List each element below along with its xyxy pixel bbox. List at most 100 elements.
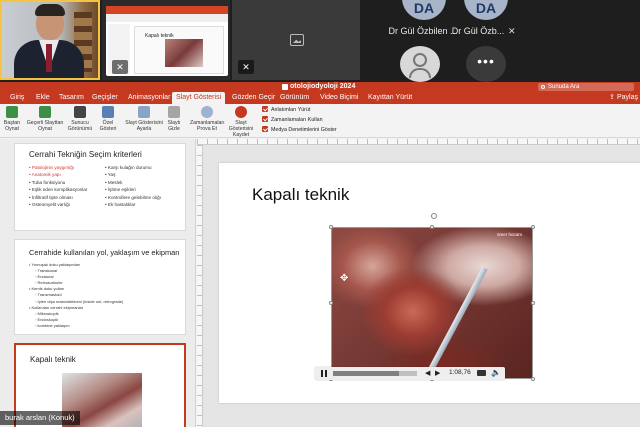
video-watermark: ömer hocam: [496, 232, 522, 237]
checkbox-label: Zamanlamaları Kullan: [271, 117, 323, 123]
resize-handle[interactable]: [531, 377, 535, 381]
title-bar: otolojiodyoloji 2024 Sunuda Ara: [0, 82, 640, 92]
list-item: • İnfiltratif tipte olması: [29, 194, 73, 200]
resize-handle[interactable]: [329, 225, 333, 229]
screen-share-tile[interactable]: Kapalı teknik ✕: [102, 0, 230, 80]
user-icon[interactable]: [400, 46, 440, 82]
ribbon: Baştan Oynat Geçerli Slayttan Oynat Sunu…: [0, 104, 640, 138]
horizontal-ruler: [197, 139, 640, 145]
show-media-controls-checkbox[interactable]: Medya Denetimlerini Göster: [262, 126, 337, 134]
from-beginning-button[interactable]: Baştan Oynat: [0, 106, 24, 132]
list-item: • Ek hastalıklar: [105, 202, 136, 208]
button-label: Sunucu Görünümü: [67, 120, 93, 132]
play-icon: [6, 106, 18, 118]
thumb-list-col1: • Patolojinin yaygınlığı • Anatomik yapı…: [29, 164, 87, 208]
tab-animasyonlar[interactable]: Animasyonlar: [128, 92, 170, 104]
list-item: • Yaş: [105, 172, 116, 178]
checkbox-checked: [262, 116, 268, 122]
share-button[interactable]: ⇪ Paylaş: [609, 92, 638, 104]
list-item: • Meslek: [105, 179, 123, 185]
document-title: otolojiodyoloji 2024: [290, 83, 356, 90]
custom-show-icon: [102, 106, 114, 118]
list-item: • Anatomik yapı: [29, 172, 61, 178]
button-label: Slayt Gösterisini Kaydet: [228, 120, 254, 138]
record-show-button[interactable]: Slayt Gösterisini Kaydet: [224, 106, 258, 138]
user-shoulders: [409, 68, 431, 78]
image-icon: [290, 34, 304, 46]
mini-video: [165, 39, 203, 67]
tab-tasarim[interactable]: Tasarım: [59, 92, 84, 104]
button-label: Geçerli Slayttan Oynat: [26, 120, 64, 132]
button-label: Özel Gösteri: [99, 120, 117, 132]
resize-handle[interactable]: [531, 301, 535, 305]
ribbon-tabs: Giriş Ekle Tasarım Geçişler Animasyonlar…: [0, 92, 640, 104]
share-label: Paylaş: [616, 94, 638, 101]
avatar: DA: [464, 0, 508, 20]
list-item: • Tuba fonksiyonu: [29, 179, 66, 185]
record-icon: [235, 106, 247, 118]
hide-slide-button[interactable]: Slaytı Gizle: [164, 106, 184, 132]
vertical-ruler: [197, 145, 203, 427]
mic-off-icon: ✕: [238, 60, 254, 74]
checkbox-label: Medya Denetimlerini Göster: [271, 127, 337, 133]
from-current-button[interactable]: Geçerli Slayttan Oynat: [26, 106, 64, 132]
custom-show-button[interactable]: Özel Gösteri: [96, 106, 120, 132]
thumb-list: • Yumuşak doku yaklaşımları ◦ Transkanal…: [29, 262, 123, 329]
presenter-view-button[interactable]: Sunucu Görünümü: [66, 106, 94, 132]
list-item: ◦ kombine yaklaşım: [35, 322, 70, 328]
skip-back-icon[interactable]: ◀: [425, 369, 430, 377]
resize-handle[interactable]: [329, 301, 333, 305]
guest-name-label: burak arslan (Konuk): [0, 411, 80, 425]
mini-titlebar: [106, 6, 228, 14]
person-tie: [46, 44, 52, 72]
resize-handle[interactable]: [531, 225, 535, 229]
slide-thumbnail-1[interactable]: Cerrahi Tekniğin Seçim kriterleri • Pato…: [14, 143, 186, 231]
tab-gecisler[interactable]: Geçişler: [92, 92, 118, 104]
setup-icon: [138, 106, 150, 118]
tab-gorunum[interactable]: Görünüm: [280, 92, 309, 104]
play-narrations-checkbox[interactable]: Anlatımları Yürüt: [262, 106, 310, 114]
more-options-icon[interactable]: •••: [466, 46, 506, 82]
rehearse-timings-button[interactable]: Zamanlamaları Prova Et: [190, 106, 225, 132]
speaker-video-tile[interactable]: [0, 0, 100, 80]
hide-slide-icon: [168, 106, 180, 118]
resize-handle[interactable]: [430, 225, 434, 229]
skip-forward-icon[interactable]: ▶: [435, 369, 440, 377]
rotate-handle[interactable]: [431, 213, 437, 219]
checkbox-checked: [262, 106, 268, 112]
presenter-icon: [74, 106, 86, 118]
checkbox-label: Anlatımları Yürüt: [271, 107, 311, 113]
video-player[interactable]: ömer hocam ✥: [331, 227, 533, 379]
list-item: • Patolojinin yaygınlığı: [29, 165, 75, 170]
search-input[interactable]: Sunuda Ara: [538, 83, 634, 91]
list-item: • İşitme eşikleri: [105, 187, 136, 193]
participant-name: Dr Gül Özb...: [451, 26, 505, 36]
list-item: ◦ İçten dışa mastoidektomi (inside out, …: [35, 298, 124, 304]
tab-video-bicimi[interactable]: Video Biçimi: [320, 92, 358, 104]
list-item: • Eşlik eden komplikasyonlar: [29, 187, 88, 193]
checkbox-checked: [262, 126, 268, 132]
use-timings-checkbox[interactable]: Zamanlamaları Kullan: [262, 116, 323, 124]
setup-show-button[interactable]: Slayt Gösterisini Ayarla: [124, 106, 164, 132]
tab-kayittan-yurut[interactable]: Kayıttan Yürüt: [368, 92, 412, 104]
participant-tile-image[interactable]: ✕: [232, 0, 360, 80]
video-frame: [332, 228, 532, 378]
tab-ekle[interactable]: Ekle: [36, 92, 50, 104]
time-display: 1:08,76: [449, 369, 471, 376]
user-head: [413, 53, 427, 67]
tab-gozden-gecir[interactable]: Gözden Geçir: [232, 92, 275, 104]
tab-slayt-gosterisi[interactable]: Slayt Gösterisi: [172, 92, 226, 104]
document-icon: [282, 84, 288, 90]
captions-icon[interactable]: [477, 370, 486, 376]
thumb-list-col2: • Karşı kulağın durumu • Yaş • Meslek • …: [105, 164, 161, 208]
slide-thumbnail-2[interactable]: Cerrahide kullanılan yol, yaklaşım ve ek…: [14, 239, 186, 335]
participant-tile-da2[interactable]: DA Dr Gül Özb... ✕: [440, 0, 530, 44]
slide-title[interactable]: Kapalı teknik: [252, 185, 349, 205]
person-hair: [35, 4, 65, 16]
tab-giris[interactable]: Giriş: [10, 92, 24, 104]
thumb-title: Kapalı teknik: [30, 355, 76, 364]
timer-icon: [201, 106, 213, 118]
participant-strip: Kapalı teknik ✕ ✕ DA Dr Gül Özbilen ... …: [0, 0, 640, 82]
pause-icon[interactable]: [321, 370, 327, 377]
volume-icon[interactable]: 🔈: [491, 368, 501, 377]
